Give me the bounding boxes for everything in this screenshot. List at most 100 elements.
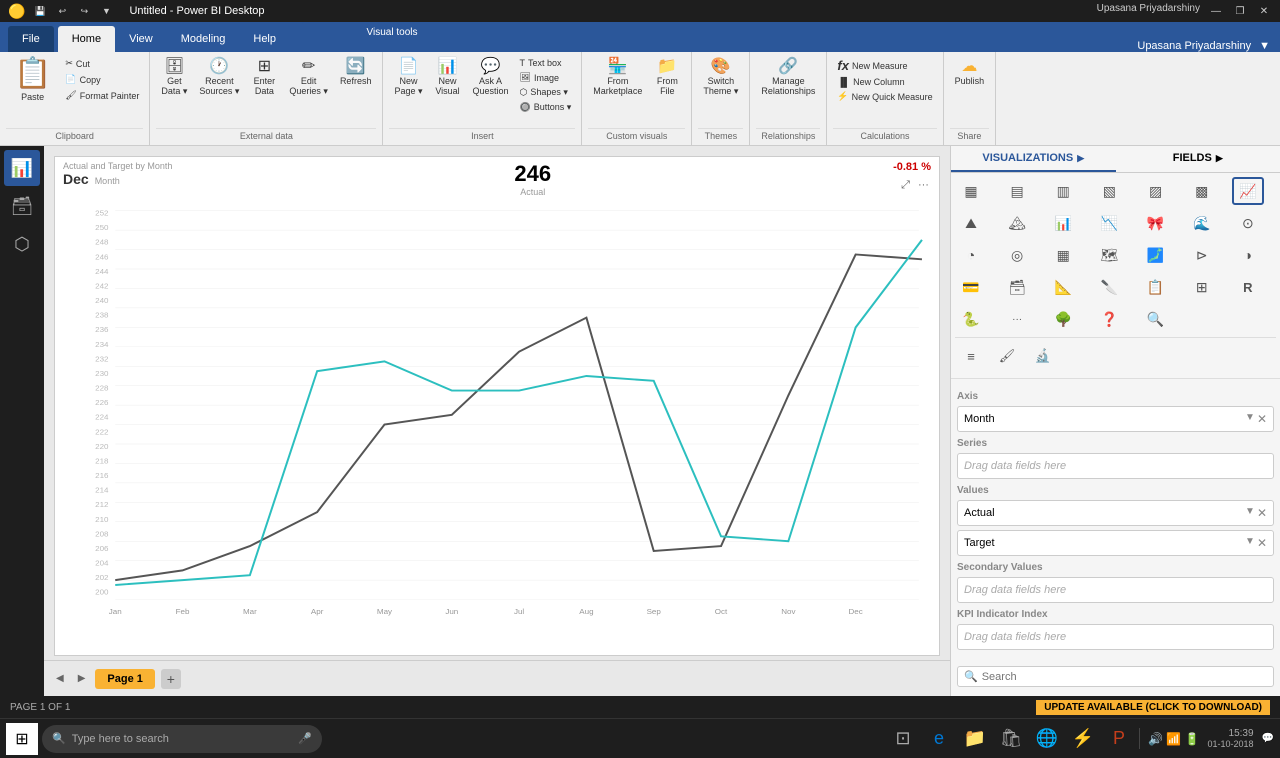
vis-analytics-btn[interactable]: 🔬	[1027, 342, 1059, 370]
vis-scatter[interactable]: ⊙	[1232, 209, 1264, 237]
vis-stacked-bar-100[interactable]: ▥	[1047, 177, 1079, 205]
axis-month-remove[interactable]: ✕	[1257, 412, 1267, 426]
values-target-field[interactable]: Target ▼ ✕	[957, 530, 1274, 556]
vis-py[interactable]: 🐍	[955, 305, 987, 333]
tab-view[interactable]: View	[115, 26, 167, 52]
vis-card[interactable]: 💳	[955, 273, 987, 301]
powerbi-btn[interactable]: ⚡	[1067, 723, 1099, 755]
recent-sources-button[interactable]: 🕐 RecentSources ▾	[194, 56, 244, 100]
taskbar-clock[interactable]: 15:39 01-10-2018	[1208, 728, 1254, 749]
fields-tab[interactable]: FIELDS ▶	[1116, 146, 1280, 172]
powerpoint-btn[interactable]: P	[1103, 723, 1135, 755]
chrome-btn[interactable]: 🌐	[1031, 723, 1063, 755]
values-target-chevron[interactable]: ▼	[1245, 536, 1255, 550]
vis-stacked-col[interactable]: ▧	[1093, 177, 1125, 205]
report-view-btn[interactable]: 📊	[4, 150, 40, 186]
new-page-button[interactable]: 📄 NewPage ▾	[389, 56, 427, 100]
paste-button[interactable]: 📋 Paste	[6, 56, 59, 102]
vis-r[interactable]: R	[1232, 273, 1264, 301]
redo-btn[interactable]: ↪	[75, 2, 93, 20]
vis-matrix[interactable]: ⊞	[1186, 273, 1218, 301]
notification-icon[interactable]: 💬	[1262, 733, 1274, 744]
vis-waterfall[interactable]: 🌊	[1186, 209, 1218, 237]
vis-stacked-col-100[interactable]: ▩	[1186, 177, 1218, 205]
ask-question-button[interactable]: 💬 Ask AQuestion	[468, 56, 514, 99]
enter-data-button[interactable]: ⊞ EnterData	[246, 56, 282, 99]
fields-panel-expand[interactable]: ▶	[1216, 153, 1223, 164]
vis-decomp-tree[interactable]: 🌳	[1047, 305, 1079, 333]
tab-help[interactable]: Help	[239, 26, 290, 52]
model-view-btn[interactable]: ⬡	[4, 226, 40, 262]
new-visual-button[interactable]: 📊 NewVisual	[430, 56, 466, 99]
chart-container[interactable]: Actual and Target by Month Dec Month 246…	[54, 156, 940, 656]
from-file-button[interactable]: 📁 FromFile	[649, 56, 685, 99]
vis-qa[interactable]: ❓	[1093, 305, 1125, 333]
start-button[interactable]: ⊞	[6, 723, 38, 755]
page1-tab[interactable]: Page 1	[95, 669, 154, 689]
manage-relationships-button[interactable]: 🔗 ManageRelationships	[756, 56, 820, 99]
sheet1-table-header[interactable]: ▶ 📋 Sheet1	[957, 695, 1274, 696]
tab-file[interactable]: File	[8, 26, 54, 52]
kpi-drop-zone[interactable]: Drag data fields here	[957, 624, 1274, 650]
vis-more[interactable]: ···	[1001, 305, 1033, 333]
edit-queries-button[interactable]: ✏ EditQueries ▾	[284, 56, 333, 100]
get-data-button[interactable]: 🗄 GetData ▾	[156, 56, 192, 100]
user-chevron[interactable]: ▼	[1259, 40, 1270, 52]
vis-line[interactable]: 📈	[1232, 177, 1264, 205]
vis-panel-expand[interactable]: ▶	[1077, 153, 1084, 164]
shapes-button[interactable]: ⬡ Shapes ▾	[516, 85, 576, 100]
refresh-button[interactable]: 🔄 Refresh	[335, 56, 377, 89]
new-measure-button[interactable]: fx New Measure	[833, 56, 936, 75]
vis-area[interactable]: ⛰	[955, 209, 987, 237]
vis-stacked-bar[interactable]: ▦	[955, 177, 987, 205]
vis-donut[interactable]: ◎	[1001, 241, 1033, 269]
data-view-btn[interactable]: 🗃	[4, 188, 40, 224]
undo-btn[interactable]: ↩	[53, 2, 71, 20]
chart-more-btn[interactable]: ···	[916, 177, 931, 194]
update-available-btn[interactable]: UPDATE AVAILABLE (CLICK TO DOWNLOAD)	[1036, 700, 1270, 715]
vis-table[interactable]: 📋	[1140, 273, 1172, 301]
from-marketplace-button[interactable]: 🏪 FromMarketplace	[588, 56, 647, 99]
series-drop-zone[interactable]: Drag data fields here	[957, 453, 1274, 479]
secondary-values-drop-zone[interactable]: Drag data fields here	[957, 577, 1274, 603]
chart-expand-btn[interactable]: ⤢	[899, 177, 912, 194]
vis-funnel[interactable]: ⊳	[1186, 241, 1218, 269]
text-box-button[interactable]: T Text box	[516, 56, 576, 70]
fields-search-container[interactable]: 🔍	[957, 666, 1274, 687]
fields-search-input[interactable]	[982, 671, 1267, 683]
save-btn[interactable]: 💾	[31, 2, 49, 20]
task-view-btn[interactable]: ⊡	[887, 723, 919, 755]
vis-multi-row-card[interactable]: 🗃	[1001, 273, 1033, 301]
vis-clustered-col[interactable]: ▨	[1140, 177, 1172, 205]
restore-btn[interactable]: ❐	[1232, 3, 1248, 19]
vis-line-col[interactable]: 📊	[1047, 209, 1079, 237]
values-target-remove[interactable]: ✕	[1257, 536, 1267, 550]
vis-treemap[interactable]: ▦	[1047, 241, 1079, 269]
axis-month-chevron[interactable]: ▼	[1245, 412, 1255, 426]
tab-home[interactable]: Home	[58, 26, 115, 52]
vis-line-clust-col[interactable]: 📉	[1093, 209, 1125, 237]
values-actual-remove[interactable]: ✕	[1257, 506, 1267, 520]
buttons-button[interactable]: 🔘 Buttons ▾	[516, 100, 576, 115]
vis-stacked-area[interactable]: 🏔	[1001, 209, 1033, 237]
new-quick-measure-button[interactable]: ⚡ New Quick Measure	[833, 89, 936, 104]
switch-theme-button[interactable]: 🎨 SwitchTheme ▾	[698, 56, 743, 100]
close-btn[interactable]: ✕	[1256, 3, 1272, 19]
vis-pie[interactable]: ◔	[955, 241, 987, 269]
customize-btn[interactable]: ▼	[97, 2, 115, 20]
values-actual-field[interactable]: Actual ▼ ✕	[957, 500, 1274, 526]
vis-format-btn[interactable]: 🖌	[991, 342, 1023, 370]
cut-button[interactable]: ✂ Cut	[61, 56, 143, 71]
values-actual-chevron[interactable]: ▼	[1245, 506, 1255, 520]
vis-ribbon[interactable]: 🎀	[1140, 209, 1172, 237]
new-column-button[interactable]: ▐▌ New Column	[833, 75, 936, 89]
page-prev-btn[interactable]: ◀	[52, 671, 68, 686]
vis-slicer[interactable]: 🔪	[1093, 273, 1125, 301]
copy-button[interactable]: 📄 Copy	[61, 72, 143, 87]
explorer-btn[interactable]: 📁	[959, 723, 991, 755]
page-next-btn[interactable]: ▶	[74, 671, 90, 686]
tab-modeling[interactable]: Modeling	[167, 26, 240, 52]
vis-anomaly[interactable]: 🔍	[1140, 305, 1172, 333]
store-btn[interactable]: 🛍	[995, 723, 1027, 755]
vis-kpi[interactable]: 📐	[1047, 273, 1079, 301]
